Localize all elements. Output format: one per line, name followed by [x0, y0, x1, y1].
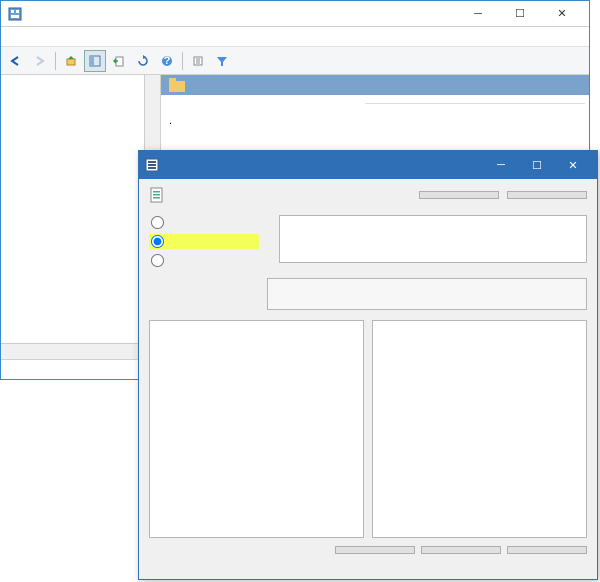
- dialog-close-button[interactable]: ✕: [555, 153, 591, 177]
- panes-row: [139, 318, 597, 538]
- properties-button[interactable]: [187, 50, 209, 72]
- help-button[interactable]: ?: [156, 50, 178, 72]
- options-pane: [149, 318, 364, 538]
- policy-dialog: ─ ☐ ✕: [138, 150, 598, 580]
- filter-button[interactable]: [211, 50, 233, 72]
- gpe-icon: [7, 6, 23, 22]
- dialog-policy-icon: [149, 187, 165, 203]
- dialog-buttons: [139, 538, 597, 562]
- up-button[interactable]: [60, 50, 82, 72]
- radio-not-configured[interactable]: [149, 215, 259, 230]
- maximize-button[interactable]: ☐: [499, 2, 541, 26]
- dialog-titlebar[interactable]: ─ ☐ ✕: [139, 151, 597, 179]
- supported-value: [267, 278, 587, 310]
- export-button[interactable]: [108, 50, 130, 72]
- next-setting-button[interactable]: [507, 191, 587, 199]
- cancel-button[interactable]: [421, 546, 501, 554]
- detail-header: [161, 75, 589, 95]
- previous-setting-button[interactable]: [419, 191, 499, 199]
- comment-group: [279, 215, 587, 268]
- radio-group: [149, 215, 259, 268]
- dialog-icon: [145, 158, 159, 172]
- apply-button[interactable]: [507, 546, 587, 554]
- dialog-config-row: [139, 211, 597, 278]
- gpe-titlebar[interactable]: ─ ☐ ✕: [1, 1, 589, 27]
- radio-disabled[interactable]: [149, 253, 259, 268]
- detail-description: .: [161, 95, 361, 147]
- gpe-menubar: [1, 27, 589, 47]
- toolbar-separator: [55, 52, 56, 70]
- folder-icon: [169, 78, 185, 92]
- tree-pane: [1, 75, 161, 359]
- radio-enabled[interactable]: [149, 234, 259, 249]
- comment-input[interactable]: [279, 215, 587, 263]
- options-box[interactable]: [149, 320, 364, 538]
- dialog-maximize-button[interactable]: ☐: [519, 153, 555, 177]
- dialog-minimize-button[interactable]: ─: [483, 153, 519, 177]
- toolbar-separator: [182, 52, 183, 70]
- edit-line: .: [169, 115, 353, 127]
- help-pane: [372, 318, 587, 538]
- tree[interactable]: [1, 75, 160, 79]
- settings-list: [361, 95, 589, 147]
- refresh-button[interactable]: [132, 50, 154, 72]
- back-button[interactable]: [5, 50, 27, 72]
- show-hide-tree-button[interactable]: [84, 50, 106, 72]
- column-header-setting[interactable]: [365, 101, 585, 104]
- dialog-header-row: [139, 179, 597, 211]
- supported-row: [139, 278, 597, 318]
- minimize-button[interactable]: ─: [457, 2, 499, 26]
- tree-hscrollbar[interactable]: [1, 343, 160, 359]
- forward-button[interactable]: [29, 50, 51, 72]
- ok-button[interactable]: [335, 546, 415, 554]
- gpe-toolbar: ?: [1, 47, 589, 75]
- help-box[interactable]: [372, 320, 587, 538]
- close-button[interactable]: ✕: [541, 2, 583, 26]
- svg-text:?: ?: [164, 55, 171, 67]
- detail-grid: .: [161, 95, 589, 147]
